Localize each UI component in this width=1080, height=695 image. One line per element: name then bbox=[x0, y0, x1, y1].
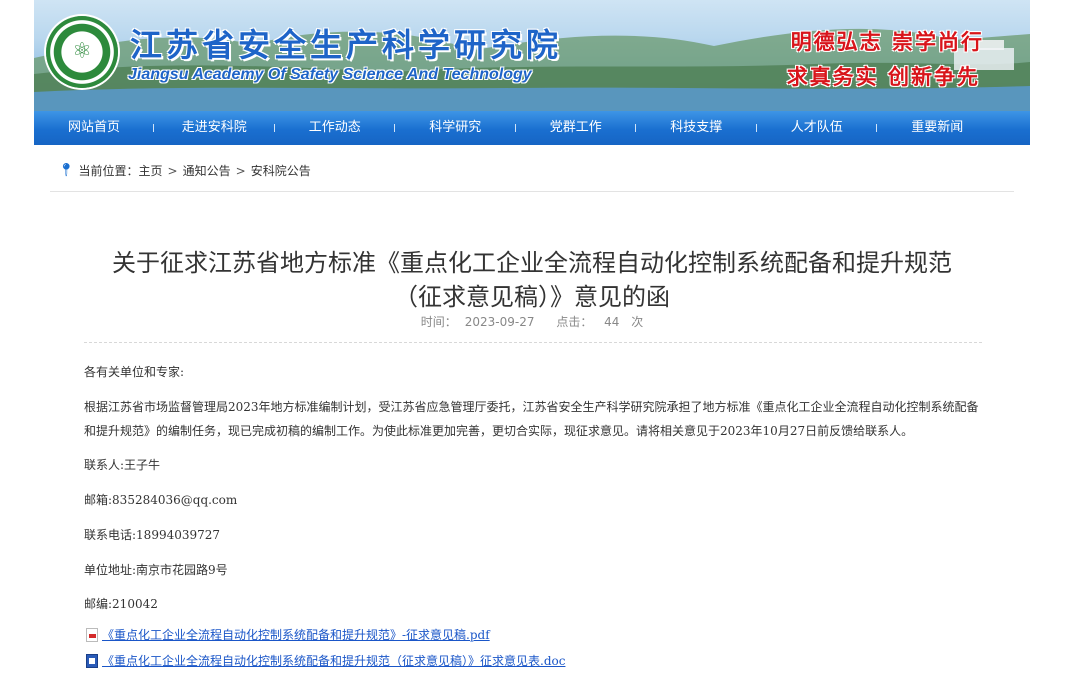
clicks-count: 44 bbox=[604, 315, 620, 329]
nav-item-important-news[interactable]: 重要新闻 bbox=[877, 111, 998, 145]
article-title-line-1: 关于征求江苏省地方标准《重点化工企业全流程自动化控制系统配备和提升规范 bbox=[112, 249, 952, 278]
contact-email: 邮箱:835284036@qq.com bbox=[84, 493, 238, 507]
nav-item-about[interactable]: 走进安科院 bbox=[154, 111, 275, 145]
contact-person: 联系人:王子牛 bbox=[84, 458, 161, 472]
breadcrumb-separator: > bbox=[235, 163, 246, 178]
breadcrumb-notices[interactable]: 通知公告 bbox=[183, 162, 231, 179]
attachment-doc: 《重点化工企业全流程自动化控制系统配备和提升规范（征求意见稿）》征求意见表.do… bbox=[86, 652, 565, 669]
attachment-doc-link[interactable]: 《重点化工企业全流程自动化控制系统配备和提升规范（征求意见稿）》征求意见表.do… bbox=[102, 652, 565, 669]
nav-item-research[interactable]: 科学研究 bbox=[395, 111, 516, 145]
greeting: 各有关单位和专家: bbox=[84, 365, 185, 379]
org-name-en: Jiangsu Academy Of Safety Science And Te… bbox=[128, 66, 532, 83]
academy-logo[interactable]: ⚛ bbox=[46, 16, 118, 88]
main-nav: 网站首页 走进安科院 工作动态 科学研究 党群工作 科技支撑 人才队伍 重要新闻 bbox=[34, 111, 1030, 145]
org-name-cn: 江苏省安全生产科学研究院 bbox=[130, 26, 563, 64]
clicks-unit: 次 bbox=[631, 315, 644, 329]
main-paragraph: 根据江苏省市场监督管理局2023年地方标准编制计划，受江苏省应急管理厅委托，江苏… bbox=[84, 400, 979, 438]
nav-item-home[interactable]: 网站首页 bbox=[34, 111, 154, 145]
article-meta: 时间： 2023-09-27 点击： 44 次 bbox=[84, 313, 980, 330]
attachment-pdf-link[interactable]: 《重点化工企业全流程自动化控制系统配备和提升规范》-征求意见稿.pdf bbox=[102, 626, 490, 643]
breadcrumb: 📍︎ 当前位置： 主页 > 通知公告 > 安科院公告 bbox=[58, 162, 311, 179]
attachment-pdf: 《重点化工企业全流程自动化控制系统配备和提升规范》-征求意见稿.pdf bbox=[86, 626, 490, 643]
breadcrumb-home[interactable]: 主页 bbox=[139, 162, 163, 179]
nav-item-party[interactable]: 党群工作 bbox=[516, 111, 637, 145]
nav-item-talent[interactable]: 人才队伍 bbox=[757, 111, 878, 145]
time-label: 时间： bbox=[420, 315, 457, 329]
atom-icon: ⚛ bbox=[72, 39, 92, 64]
site-banner: ⚛ 江苏省安全生产科学研究院 Jiangsu Academy Of Safety… bbox=[34, 0, 1030, 111]
nav-item-news[interactable]: 工作动态 bbox=[275, 111, 396, 145]
divider bbox=[84, 342, 982, 343]
contact-phone: 联系电话:18994039727 bbox=[84, 528, 221, 542]
motto-line-2: 求真务实 创新争先 bbox=[786, 64, 980, 89]
pdf-file-icon bbox=[86, 627, 98, 642]
divider bbox=[50, 191, 1014, 192]
nav-item-tech-support[interactable]: 科技支撑 bbox=[636, 111, 757, 145]
location-pin-icon: 📍︎ bbox=[58, 163, 75, 178]
publish-date: 2023-09-27 bbox=[464, 315, 535, 329]
motto-line-1: 明德弘志 崇学尚行 bbox=[790, 29, 984, 54]
article-title: 关于征求江苏省地方标准《重点化工企业全流程自动化控制系统配备和提升规范 （征求意… bbox=[84, 246, 980, 314]
contact-zipcode: 邮编:210042 bbox=[84, 597, 158, 611]
breadcrumb-separator: > bbox=[167, 163, 178, 178]
breadcrumb-academy-notices[interactable]: 安科院公告 bbox=[251, 162, 311, 179]
breadcrumb-label: 当前位置： bbox=[78, 164, 139, 178]
contact-address: 单位地址:南京市花园路9号 bbox=[84, 563, 228, 577]
article-title-line-2: （征求意见稿）》意见的函 bbox=[394, 283, 670, 312]
clicks-label: 点击： bbox=[556, 315, 593, 329]
word-doc-icon bbox=[86, 653, 98, 668]
